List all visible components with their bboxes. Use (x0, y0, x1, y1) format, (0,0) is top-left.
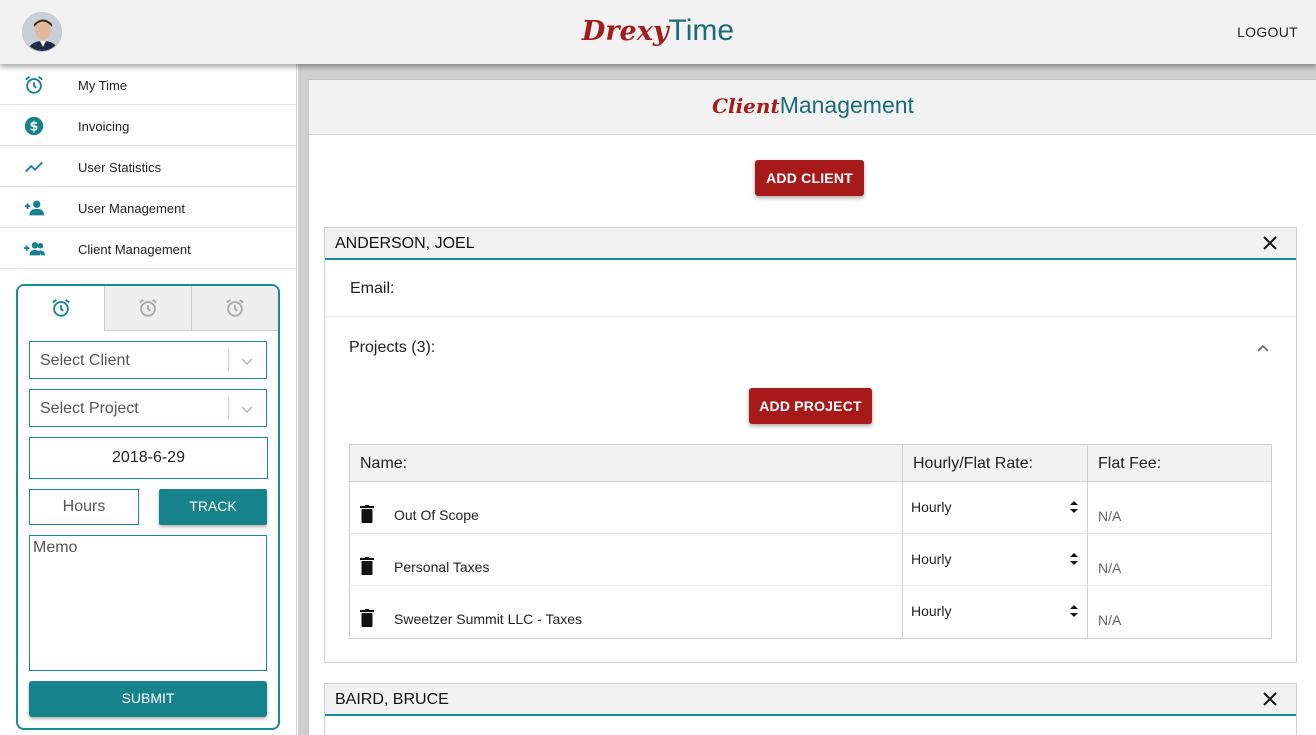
sidebar-item-label: Client Management (78, 242, 191, 257)
trash-icon[interactable] (360, 609, 374, 627)
logout-button[interactable]: LOGOUT (1237, 24, 1298, 40)
updown-arrows-icon (1070, 605, 1078, 617)
sidebar-item-invoicing[interactable]: $ Invoicing (0, 105, 296, 146)
select-client-dropdown[interactable]: Select Client (29, 341, 267, 379)
client-management-panel: ClientManagement ADD CLIENT ANDERSON, JO… (308, 79, 1316, 735)
fee-cell: N/A (1088, 586, 1271, 638)
rate-select[interactable]: Hourly (903, 496, 1088, 526)
sidebar-item-label: My Time (78, 78, 128, 93)
select-project-placeholder: Select Project (40, 400, 139, 417)
project-name: Sweetzer Summit LLC - Taxes (394, 611, 583, 627)
column-header-rate: Hourly/Flat Rate: (903, 445, 1088, 481)
project-name: Personal Taxes (394, 559, 490, 575)
memo-textarea[interactable]: Memo (29, 535, 267, 671)
client-card-header[interactable]: BAIRD, BRUCE (325, 684, 1296, 716)
updown-arrows-icon (1070, 501, 1078, 513)
trash-icon[interactable] (360, 557, 374, 575)
sidebar-item-label: Invoicing (78, 119, 130, 134)
add-client-button[interactable]: ADD CLIENT (755, 160, 864, 196)
project-name-cell: Personal Taxes (350, 534, 903, 585)
rate-select[interactable]: Hourly (903, 600, 1088, 630)
rate-value: Hourly (911, 603, 952, 619)
time-entry-panel: Select Client Select Project 2018-6-29 H… (16, 284, 280, 730)
close-icon[interactable] (1262, 235, 1278, 251)
sidebar-item-my-time[interactable]: My Time (0, 64, 296, 105)
group-add-icon (23, 242, 45, 256)
brand-part1: Drexy (581, 16, 669, 47)
sidebar-item-user-statistics[interactable]: User Statistics (0, 146, 296, 187)
hours-input[interactable]: Hours (29, 489, 139, 525)
flat-fee-value: N/A (1098, 508, 1122, 524)
timer-tab-2[interactable] (104, 286, 191, 331)
chevron-up-icon[interactable] (1256, 341, 1270, 355)
dropdown-separator (228, 398, 229, 419)
top-bar: DrexyTime LOGOUT (0, 0, 1316, 64)
project-name: Out Of Scope (394, 507, 479, 523)
trending-up-icon (25, 161, 43, 173)
rate-cell: Hourly (903, 534, 1088, 585)
track-button[interactable]: TRACK (159, 489, 267, 525)
client-name: ANDERSON, JOEL (335, 235, 475, 252)
rate-cell: Hourly (903, 586, 1088, 638)
flat-fee-value: N/A (1098, 612, 1122, 628)
alarm-clock-icon (25, 76, 43, 94)
date-field[interactable]: 2018-6-29 (29, 437, 268, 479)
timer-tab-1[interactable] (18, 286, 104, 331)
panel-header: ClientManagement (309, 80, 1316, 135)
title-part1: Client (712, 94, 780, 118)
sidebar: My Time $ Invoicing User Statistics User… (0, 64, 297, 735)
chevron-down-icon[interactable] (239, 353, 255, 369)
sidebar-item-user-management[interactable]: User Management (0, 187, 296, 228)
select-project-dropdown[interactable]: Select Project (29, 389, 267, 427)
submit-button[interactable]: SUBMIT (29, 681, 267, 717)
projects-table: Name: Hourly/Flat Rate: Flat Fee: Out Of… (349, 444, 1272, 639)
sidebar-item-label: User Management (78, 201, 185, 216)
rate-select[interactable]: Hourly (903, 548, 1088, 578)
alarm-clock-icon (52, 299, 70, 317)
timer-tab-3[interactable] (191, 286, 278, 331)
projects-count-label: Projects (3): (349, 339, 436, 356)
alarm-clock-icon (226, 299, 244, 317)
dollar-circle-icon: $ (24, 116, 44, 136)
table-row: Personal Taxes Hourly N/A (350, 534, 1271, 586)
table-row: Sweetzer Summit LLC - Taxes Hourly N/A (350, 586, 1271, 638)
page-title: ClientManagement (712, 92, 914, 119)
client-name: BAIRD, BRUCE (335, 691, 449, 708)
svg-text:$: $ (30, 120, 39, 135)
rate-value: Hourly (911, 551, 952, 567)
client-card: ANDERSON, JOEL Email: Projects (3): ADD … (324, 227, 1297, 663)
title-part2: Management (779, 92, 914, 118)
rate-cell: Hourly (903, 482, 1088, 533)
project-name-cell: Sweetzer Summit LLC - Taxes (350, 586, 903, 638)
email-label: Email: (350, 280, 395, 297)
flat-fee-value: N/A (1098, 560, 1122, 576)
trash-icon[interactable] (360, 505, 374, 523)
client-email-row: Email: (325, 262, 1296, 317)
dropdown-separator (228, 350, 229, 371)
person-add-icon (24, 200, 45, 216)
app-logo: DrexyTime (0, 14, 1316, 48)
add-project-button[interactable]: ADD PROJECT (749, 388, 872, 424)
sidebar-item-label: User Statistics (78, 160, 162, 175)
close-icon[interactable] (1262, 691, 1278, 707)
column-header-name: Name: (350, 445, 903, 481)
table-row: Out Of Scope Hourly N/A (350, 482, 1271, 534)
sidebar-item-client-management[interactable]: Client Management (0, 228, 296, 269)
client-card-header[interactable]: ANDERSON, JOEL (325, 228, 1296, 260)
table-header: Name: Hourly/Flat Rate: Flat Fee: (350, 445, 1271, 482)
brand-part2: Time (668, 14, 735, 47)
chevron-down-icon[interactable] (239, 401, 255, 417)
alarm-clock-icon (139, 299, 157, 317)
rate-value: Hourly (911, 499, 952, 515)
timer-tabs (18, 286, 278, 331)
column-header-fee: Flat Fee: (1098, 455, 1162, 472)
select-client-placeholder: Select Client (40, 352, 130, 369)
client-card: BAIRD, BRUCE (324, 683, 1297, 735)
fee-cell: N/A (1088, 534, 1271, 585)
updown-arrows-icon (1070, 553, 1078, 565)
project-name-cell: Out Of Scope (350, 482, 903, 533)
fee-cell: N/A (1088, 482, 1271, 533)
